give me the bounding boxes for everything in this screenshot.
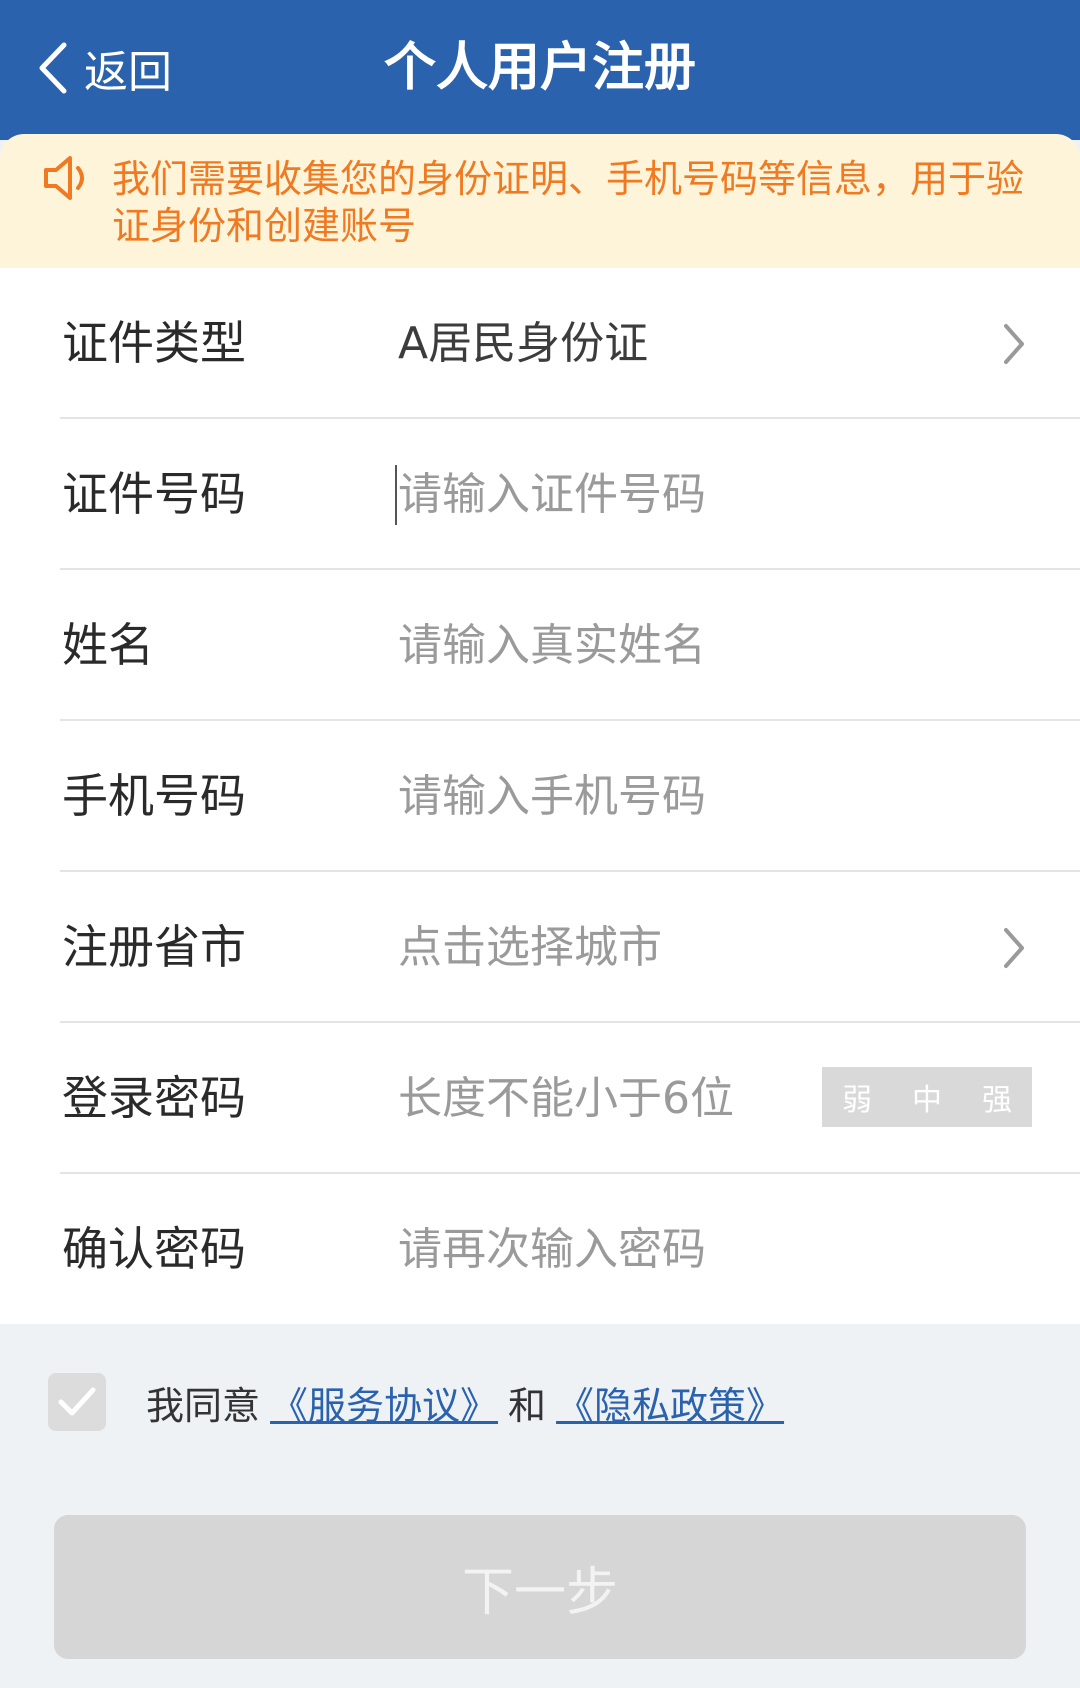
header-bar: 返回 个人用户注册	[0, 0, 1080, 140]
chevron-right-icon	[1004, 324, 1024, 364]
text-cursor	[395, 465, 397, 525]
phone-row: 手机号码 请输入手机号码	[60, 721, 1080, 872]
password-input[interactable]: 长度不能小于6位	[398, 1023, 734, 1174]
next-step-button[interactable]: 下一步	[54, 1515, 1026, 1659]
strength-strong: 强	[982, 1083, 1012, 1118]
agree-checkbox[interactable]	[48, 1373, 106, 1431]
agree-conjunction: 和	[508, 1383, 547, 1428]
confirm-password-row: 确认密码 请再次输入密码	[60, 1174, 1080, 1325]
agree-prefix: 我同意	[146, 1383, 261, 1428]
name-label: 姓名	[62, 618, 154, 672]
check-icon	[58, 1387, 96, 1416]
region-row[interactable]: 注册省市 点击选择城市	[60, 872, 1080, 1023]
privacy-notice: 我们需要收集您的身份证明、手机号码等信息，用于验证身份和创建账号	[0, 134, 1080, 268]
name-row: 姓名 请输入真实姓名	[60, 570, 1080, 721]
region-selector[interactable]: 点击选择城市	[398, 872, 662, 1023]
id-type-label: 证件类型	[62, 316, 246, 370]
confirm-password-input[interactable]: 请再次输入密码	[398, 1174, 706, 1325]
service-agreement-link[interactable]: 《服务协议》	[270, 1375, 498, 1430]
password-label: 登录密码	[62, 1071, 246, 1125]
confirm-password-label: 确认密码	[62, 1222, 246, 1276]
id-type-row[interactable]: 证件类型 A居民身份证	[60, 268, 1080, 419]
registration-form: 证件类型 A居民身份证 证件号码 请输入证件号码 姓名 请输入真实姓名 手机号码…	[0, 268, 1080, 1324]
id-number-row: 证件号码 请输入证件号码	[60, 419, 1080, 570]
phone-label: 手机号码	[62, 769, 246, 823]
notice-text: 我们需要收集您的身份证明、手机号码等信息，用于验证身份和创建账号	[112, 157, 1025, 248]
page-title: 个人用户注册	[383, 38, 696, 98]
agreement-row: 我同意 《服务协议》 和 《隐私政策》	[48, 1372, 794, 1432]
id-type-value: A居民身份证	[398, 318, 649, 369]
strength-medium: 中	[912, 1083, 942, 1118]
phone-input[interactable]: 请输入手机号码	[398, 721, 706, 872]
privacy-policy-link[interactable]: 《隐私政策》	[556, 1375, 784, 1430]
password-strength-meter: 弱 中 强	[822, 1067, 1032, 1127]
strength-weak: 弱	[842, 1083, 872, 1118]
id-number-label: 证件号码	[62, 467, 246, 521]
region-label: 注册省市	[62, 920, 246, 974]
name-input[interactable]: 请输入真实姓名	[398, 570, 706, 721]
password-row: 登录密码 长度不能小于6位 弱 中 强	[60, 1023, 1080, 1174]
id-number-input[interactable]: 请输入证件号码	[398, 419, 706, 570]
speaker-icon	[44, 156, 84, 200]
chevron-right-icon	[1004, 928, 1024, 968]
